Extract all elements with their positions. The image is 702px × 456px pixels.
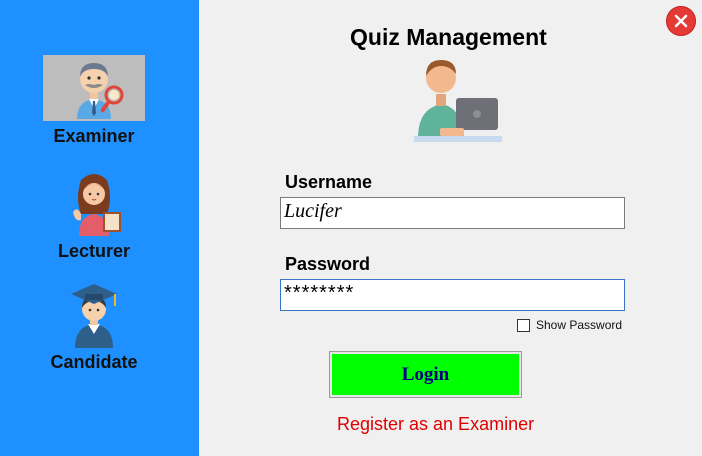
show-password-label: Show Password	[536, 318, 623, 332]
role-label-examiner: Examiner	[53, 126, 135, 146]
login-panel: Quiz Management Username Lucifer Passwor…	[199, 0, 702, 456]
close-button[interactable]	[666, 6, 696, 36]
username-input[interactable]: Lucifer	[280, 197, 625, 229]
candidate-icon[interactable]	[43, 282, 145, 348]
username-label: Username	[285, 172, 373, 192]
role-sidebar: Examiner Lecturer Candidate	[0, 0, 199, 456]
password-label: Password	[285, 254, 371, 274]
page-title: Quiz Management	[350, 24, 547, 50]
role-label-lecturer: Lecturer	[57, 241, 131, 261]
close-icon	[674, 14, 688, 28]
user-laptop-icon	[414, 60, 502, 142]
register-examiner-link[interactable]: Register as an Examiner	[337, 414, 534, 435]
examiner-icon[interactable]	[43, 55, 145, 121]
checkbox-box[interactable]	[517, 318, 530, 332]
role-label-candidate: Candidate	[50, 352, 138, 372]
login-button[interactable]: Login	[329, 351, 522, 398]
login-button-label: Login	[332, 354, 519, 395]
show-password-checkbox[interactable]: Show Password	[517, 318, 622, 332]
password-input[interactable]: ********	[280, 279, 625, 311]
lecturer-icon[interactable]	[43, 170, 145, 236]
